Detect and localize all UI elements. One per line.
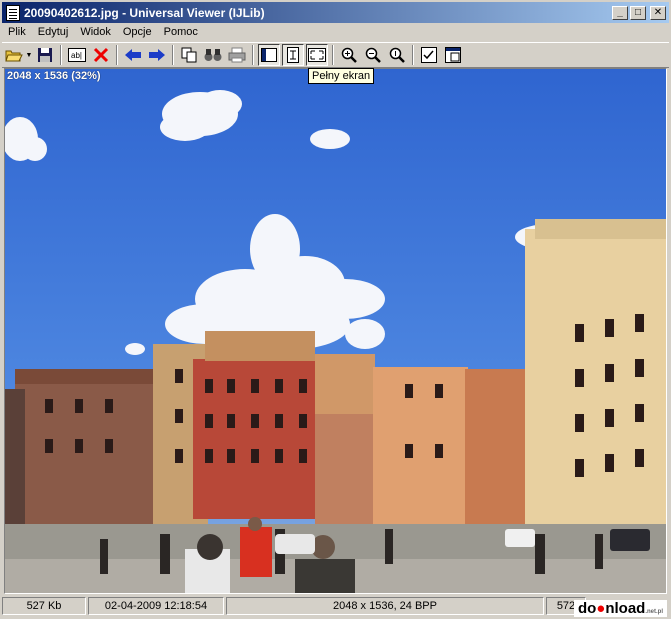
status-bar: 527 Kb 02-04-2009 12:18:54 2048 x 1536, … bbox=[2, 597, 669, 616]
panel-button[interactable] bbox=[258, 44, 280, 66]
red-x-icon bbox=[93, 47, 109, 63]
toolbar-separator bbox=[116, 45, 118, 65]
document-icon[interactable] bbox=[6, 4, 20, 21]
minimize-button[interactable]: _ bbox=[612, 5, 628, 20]
save-button[interactable] bbox=[34, 44, 56, 66]
menu-edytuj[interactable]: Edytuj bbox=[32, 26, 75, 38]
close-button[interactable]: ✕ bbox=[650, 5, 666, 20]
status-file-size: 527 Kb bbox=[2, 597, 86, 615]
svg-text:ab|: ab| bbox=[71, 51, 82, 60]
photo-image bbox=[5, 69, 666, 593]
rename-button[interactable]: ab| bbox=[66, 44, 88, 66]
fullscreen-icon bbox=[308, 48, 326, 62]
binoculars-icon bbox=[204, 49, 222, 61]
application-window: 20090402612.jpg - Universal Viewer (IJLi… bbox=[0, 0, 671, 619]
toolbar-separator bbox=[332, 45, 334, 65]
menu-bar: Plik Edytuj Widok Opcje Pomoc bbox=[2, 23, 669, 41]
logo-text-b: nload bbox=[605, 600, 646, 617]
logo-text-a: do bbox=[577, 600, 597, 617]
chevron-down-icon: ▼ bbox=[25, 51, 33, 59]
zoom-out-icon bbox=[365, 47, 381, 63]
image-dimensions-label: 2048 x 1536 (32%) bbox=[7, 70, 101, 82]
printer-icon bbox=[228, 47, 246, 63]
maximize-button[interactable]: □ bbox=[630, 5, 646, 20]
zoom-in-icon bbox=[341, 47, 357, 63]
find-button[interactable] bbox=[202, 44, 224, 66]
menu-opcje[interactable]: Opcje bbox=[117, 26, 158, 38]
logo-dot-icon: ● bbox=[596, 600, 606, 617]
zoom-actual-icon bbox=[389, 47, 405, 63]
open-button[interactable] bbox=[3, 44, 25, 66]
folder-open-icon bbox=[5, 50, 23, 62]
toolbar-separator bbox=[60, 45, 62, 65]
copy-icon bbox=[181, 47, 197, 63]
toolbar-separator bbox=[252, 45, 254, 65]
download-logo: do●nload.net.pl bbox=[573, 600, 667, 617]
title-bar[interactable]: 20090402612.jpg - Universal Viewer (IJLi… bbox=[2, 2, 669, 23]
print-button[interactable] bbox=[226, 44, 248, 66]
floppy-disk-icon bbox=[38, 48, 52, 62]
options-button[interactable] bbox=[418, 44, 440, 66]
logo-subtext: .net.pl bbox=[645, 609, 663, 615]
toolbar: ▼ ab| bbox=[2, 42, 669, 68]
fit-window-icon bbox=[287, 47, 299, 63]
next-button[interactable] bbox=[146, 44, 168, 66]
menu-widok[interactable]: Widok bbox=[74, 26, 117, 38]
fit-window-button[interactable] bbox=[282, 44, 304, 66]
image-viewport[interactable]: 2048 x 1536 (32%) bbox=[4, 68, 667, 594]
copy-button[interactable] bbox=[178, 44, 200, 66]
fullscreen-button[interactable] bbox=[306, 44, 328, 66]
menu-plik[interactable]: Plik bbox=[2, 26, 32, 38]
window-button[interactable] bbox=[442, 44, 464, 66]
arrow-right-icon bbox=[149, 49, 165, 61]
open-dropdown-button[interactable]: ▼ bbox=[25, 44, 33, 66]
arrow-left-icon bbox=[125, 49, 141, 61]
zoom-actual-button[interactable] bbox=[386, 44, 408, 66]
window-icon bbox=[445, 47, 461, 63]
toolbar-separator bbox=[172, 45, 174, 65]
toolbar-tooltip: Pełny ekran bbox=[308, 68, 375, 84]
zoom-in-button[interactable] bbox=[338, 44, 360, 66]
panel-icon bbox=[261, 48, 277, 62]
zoom-out-button[interactable] bbox=[362, 44, 384, 66]
status-image-info: 2048 x 1536, 24 BPP bbox=[226, 597, 544, 615]
rename-icon: ab| bbox=[68, 48, 86, 62]
checklist-icon bbox=[421, 47, 437, 63]
status-file-date: 02-04-2009 12:18:54 bbox=[88, 597, 224, 615]
delete-button[interactable] bbox=[90, 44, 112, 66]
previous-button[interactable] bbox=[122, 44, 144, 66]
toolbar-separator bbox=[412, 45, 414, 65]
window-title: 20090402612.jpg - Universal Viewer (IJLi… bbox=[24, 5, 265, 20]
menu-pomoc[interactable]: Pomoc bbox=[158, 26, 204, 38]
